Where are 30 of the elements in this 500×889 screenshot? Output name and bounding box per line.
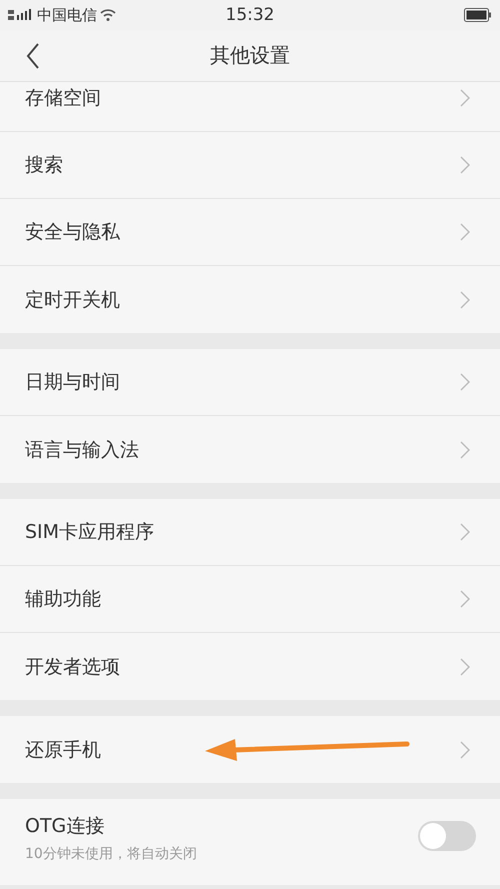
status-time: 15:32 bbox=[226, 5, 274, 25]
chevron-icon bbox=[460, 658, 470, 676]
chevron-icon bbox=[460, 89, 470, 107]
chevron-icon bbox=[460, 523, 470, 541]
chevron-icon bbox=[460, 290, 470, 308]
chevron-icon bbox=[460, 373, 470, 391]
chevron-icon bbox=[460, 223, 470, 241]
setting-label[interactable]: 存储空间 bbox=[25, 85, 101, 111]
setting-label[interactable]: SIM卡应用程序 bbox=[25, 519, 154, 545]
setting-label: OTG连接 bbox=[25, 814, 106, 839]
carrier-name: 中国电信 bbox=[37, 6, 97, 24]
signal-icon bbox=[8, 9, 34, 21]
setting-label[interactable]: 辅助功能 bbox=[25, 586, 101, 612]
setting-label[interactable]: 安全与隐私 bbox=[25, 219, 120, 245]
chevron-icon bbox=[460, 156, 470, 174]
setting-label[interactable]: 搜索 bbox=[25, 152, 63, 178]
setting-label[interactable]: 日期与时间 bbox=[25, 369, 120, 395]
setting-label[interactable]: 开发者选项 bbox=[25, 654, 120, 680]
setting-label[interactable]: 语言与输入法 bbox=[25, 436, 139, 462]
back-icon[interactable] bbox=[26, 43, 40, 69]
toggle-switch[interactable] bbox=[418, 821, 476, 851]
wifi-icon bbox=[100, 9, 116, 21]
battery-icon bbox=[464, 8, 492, 22]
page-title: 其他设置 bbox=[210, 42, 290, 69]
setting-label[interactable]: 还原手机 bbox=[25, 736, 101, 762]
chevron-icon bbox=[460, 740, 470, 758]
setting-description: 10分钟未使用，将自动关闭 bbox=[25, 845, 197, 863]
chevron-icon bbox=[460, 590, 470, 608]
chevron-icon bbox=[460, 440, 470, 458]
setting-label[interactable]: 定时开关机 bbox=[25, 286, 120, 312]
